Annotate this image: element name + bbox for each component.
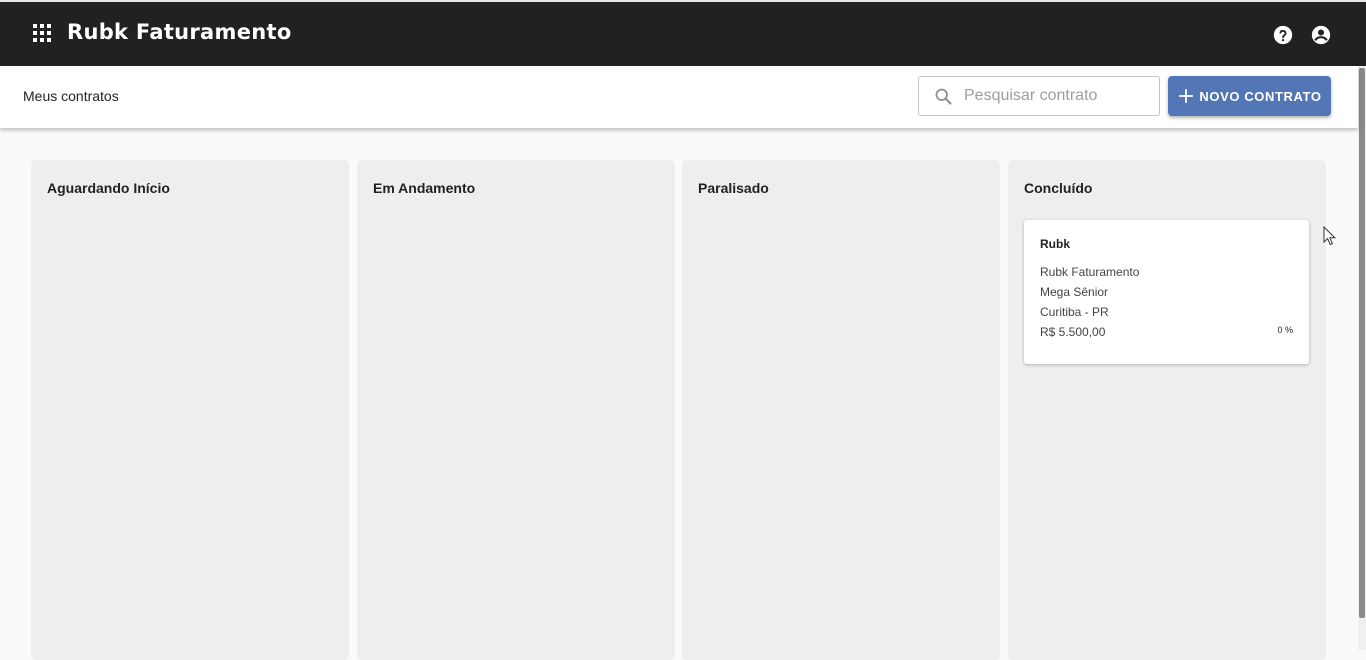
search-icon [935, 88, 952, 105]
card-system: Mega Sênior [1040, 285, 1109, 299]
column-title: Concluído [1024, 180, 1093, 196]
column-concluido: Concluído Rubk Rubk Faturamento Mega Sên… [1008, 160, 1326, 660]
column-em-andamento: Em Andamento [357, 160, 675, 660]
scrollbar-thumb[interactable] [1359, 68, 1365, 618]
account-circle-icon[interactable] [1310, 24, 1332, 46]
card-value: R$ 5.500,00 [1040, 325, 1106, 339]
new-contract-button-label: NOVO CONTRATO [1199, 88, 1322, 104]
column-title: Aguardando Início [47, 180, 170, 196]
new-contract-button[interactable]: NOVO CONTRATO [1168, 76, 1331, 116]
apps-grid-icon[interactable] [33, 24, 51, 42]
search-input[interactable] [964, 77, 1154, 115]
column-paralisado: Paralisado [682, 160, 1000, 660]
column-aguardando-inicio: Aguardando Início [31, 160, 349, 660]
column-title: Paralisado [698, 180, 769, 196]
card-progress: 0 % [1277, 325, 1293, 335]
help-circle-icon[interactable] [1272, 24, 1294, 46]
app-title: Rubk Faturamento [67, 20, 292, 44]
column-title: Em Andamento [373, 180, 476, 196]
card-client: Rubk [1040, 237, 1070, 251]
scrollbar[interactable] [1358, 66, 1366, 650]
app-bar: Rubk Faturamento [0, 0, 1366, 66]
plus-icon [1179, 89, 1194, 103]
toolbar: Meus contratos NOVO CONTRATO [0, 66, 1358, 128]
kanban-board: Aguardando Início Em Andamento Paralisad… [0, 128, 1358, 660]
card-location: Curitiba - PR [1040, 305, 1109, 319]
contract-card[interactable]: Rubk Rubk Faturamento Mega Sênior Curiti… [1024, 220, 1309, 364]
card-project: Rubk Faturamento [1040, 265, 1140, 279]
page-title: Meus contratos [23, 88, 119, 104]
search-box[interactable] [918, 76, 1160, 116]
